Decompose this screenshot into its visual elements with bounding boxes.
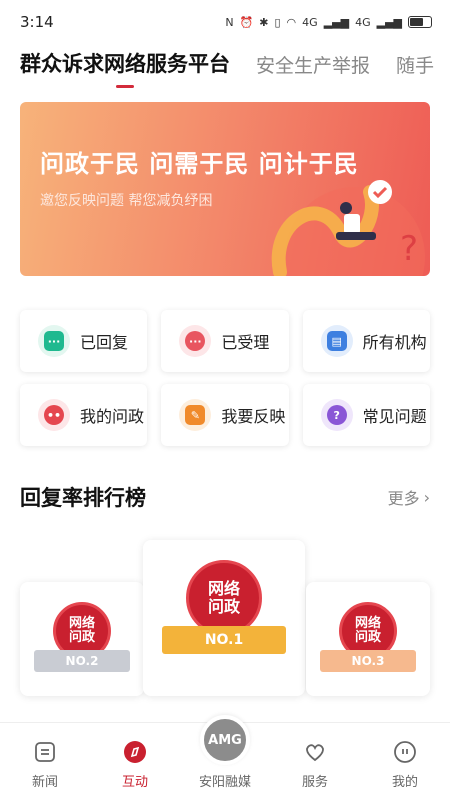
rank-badge-3: 网络 问政 NO.3 <box>320 602 416 672</box>
tab-service-platform[interactable]: 群众诉求网络服务平台 <box>20 48 230 90</box>
tile-submit-feedback[interactable]: ✎ 我要反映 <box>161 384 289 446</box>
badge-text-top: 网络 <box>68 615 95 631</box>
tile-label: 常见问题 <box>362 407 427 426</box>
message-dots-icon: ··· <box>179 325 212 357</box>
tile-label: 已受理 <box>221 333 270 352</box>
more-link[interactable]: 更多 › <box>388 485 430 509</box>
nav-interact[interactable]: 互动 <box>100 739 170 790</box>
battery-icon <box>408 16 432 28</box>
ranking-header: 回复率排行榜 更多 › <box>20 482 430 512</box>
tab-label: 安全生产举报 <box>256 55 371 77</box>
banner-subtitle: 邀您反映问题 帮您减负纾困 <box>40 193 213 209</box>
rank-ribbon: NO.2 <box>34 650 130 672</box>
question-icon: ? <box>320 399 353 431</box>
tile-label: 我要反映 <box>221 407 286 426</box>
nav-label: 安阳融媒 <box>198 775 251 790</box>
nfc-icon: N <box>225 15 234 29</box>
banner-illustration: ? <box>271 180 425 276</box>
vibrate-icon: ▯ <box>274 15 281 29</box>
ranking-podium: 网络 问政 NO.2 网络 问政 NO.1 网络 问政 NO.3 <box>20 540 430 696</box>
badge-text-bottom: 问政 <box>207 597 240 616</box>
tile-replied[interactable]: ··· 已回复 <box>20 310 148 372</box>
tab-safety-report[interactable]: 安全生产举报 <box>256 51 370 90</box>
tile-accepted[interactable]: ··· 已受理 <box>161 310 289 372</box>
interact-icon <box>122 739 148 765</box>
tab-casual[interactable]: 随手 <box>396 51 434 90</box>
signal-2-icon: ▂▄▆ <box>376 15 402 29</box>
bottom-nav: 新闻 互动 AMG 安阳融媒 服务 我的 <box>0 715 450 800</box>
rank-card-3[interactable]: 网络 问政 NO.3 <box>306 582 430 696</box>
nav-label: 互动 <box>121 775 148 790</box>
more-label: 更多 <box>387 489 420 508</box>
nav-label: 服务 <box>301 775 328 790</box>
building-icon: ▤ <box>320 325 353 357</box>
wifi-icon: ◠ <box>286 15 297 29</box>
tile-label: 已回复 <box>80 333 129 352</box>
nav-news[interactable]: 新闻 <box>10 739 80 790</box>
tab-label: 群众诉求网络服务平台 <box>20 52 230 76</box>
chevron-right-icon: › <box>423 487 430 507</box>
nav-label: 新闻 <box>31 775 58 790</box>
chat-bubble-icon: ··· <box>38 325 70 357</box>
tab-label: 随手 <box>396 55 435 77</box>
status-bar: 3:14 N ⏰ ✱ ▯ ◠ 4G ▂▄▆ 4G ▂▄▆ <box>0 0 450 44</box>
hero-banner[interactable]: 问政于民 问需于民 问计于民 邀您反映问题 帮您减负纾困 ? <box>20 102 430 276</box>
nav-label: 我的 <box>391 775 418 790</box>
nav-anyang-media[interactable]: AMG 安阳融媒 <box>190 715 260 790</box>
tile-all-agencies[interactable]: ▤ 所有机构 <box>302 310 430 372</box>
signal-2-label: 4G <box>355 15 371 29</box>
tile-faq[interactable]: ? 常见问题 <box>302 384 430 446</box>
top-tabs: 群众诉求网络服务平台 安全生产举报 随手 <box>0 44 450 90</box>
svg-text:?: ? <box>400 229 418 269</box>
tile-my-inquiries[interactable]: •• 我的问政 <box>20 384 148 446</box>
rank-ribbon: NO.3 <box>320 650 416 672</box>
badge-text-top: 网络 <box>207 579 240 599</box>
nav-mine[interactable]: 我的 <box>370 739 440 790</box>
tab-active-indicator <box>116 85 134 88</box>
news-icon <box>32 739 58 765</box>
signal-1-icon: ▂▄▆ <box>323 15 350 29</box>
heart-icon <box>302 739 328 765</box>
alarm-icon: ⏰ <box>239 15 254 29</box>
tile-label: 我的问政 <box>80 407 145 426</box>
profile-icon <box>392 739 418 765</box>
badge-text-top: 网络 <box>354 615 381 631</box>
badge-text-bottom: 问政 <box>68 630 95 645</box>
amg-logo: AMG <box>200 715 250 765</box>
badge-text-bottom: 问政 <box>354 630 381 645</box>
rank-card-2[interactable]: 网络 问政 NO.2 <box>20 582 144 696</box>
function-grid: ··· 已回复 ··· 已受理 ▤ 所有机构 •• 我的问政 ✎ 我要反映 ? … <box>20 310 430 446</box>
status-icons: N ⏰ ✱ ▯ ◠ 4G ▂▄▆ 4G ▂▄▆ <box>225 16 432 29</box>
rank-card-1[interactable]: 网络 问政 NO.1 <box>143 540 305 696</box>
user-face-icon: •• <box>38 399 70 431</box>
rank-ribbon: NO.1 <box>162 626 286 654</box>
tile-label: 所有机构 <box>362 333 427 352</box>
edit-document-icon: ✎ <box>179 399 212 431</box>
status-time: 3:14 <box>20 13 54 31</box>
ranking-title: 回复率排行榜 <box>20 486 146 510</box>
badge-emblem: 网络 问政 <box>186 560 262 636</box>
nav-service[interactable]: 服务 <box>280 739 350 790</box>
rank-badge-1: 网络 问政 NO.1 <box>162 560 286 654</box>
bluetooth-icon: ✱ <box>259 15 269 29</box>
signal-1-label: 4G <box>302 15 318 29</box>
rank-badge-2: 网络 问政 NO.2 <box>34 602 130 672</box>
